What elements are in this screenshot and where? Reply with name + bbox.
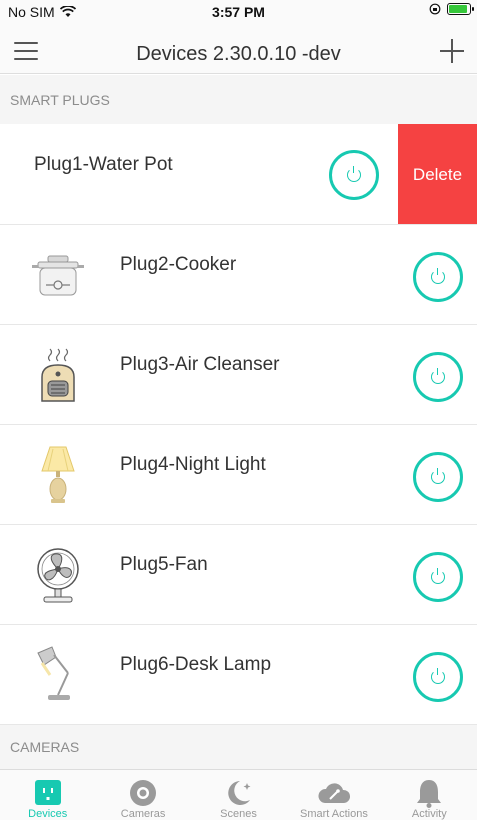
plug-name: Plug3-Air Cleanser bbox=[120, 354, 280, 375]
power-icon bbox=[431, 368, 445, 384]
tab-label: Smart Actions bbox=[299, 808, 368, 820]
tab-label: Scenes bbox=[220, 808, 257, 820]
nav-bar: Devices 2.30.0.10 -dev bbox=[0, 24, 477, 74]
desk-lamp-icon bbox=[37, 646, 70, 700]
camera-icon bbox=[130, 780, 157, 806]
clock: 3:57 PM bbox=[212, 4, 265, 20]
plug-name: Plug2-Cooker bbox=[120, 254, 237, 275]
power-button[interactable] bbox=[413, 652, 463, 702]
power-icon bbox=[347, 166, 361, 182]
tab-activity[interactable]: Activity bbox=[382, 770, 477, 820]
power-button[interactable] bbox=[413, 552, 463, 602]
plug-name: Plug1-Water Pot bbox=[34, 154, 173, 175]
plug-row-3[interactable]: Plug3-Air Cleanser bbox=[0, 325, 477, 425]
tab-label: Activity bbox=[411, 808, 447, 820]
power-icon bbox=[431, 468, 445, 484]
moon-icon bbox=[227, 781, 251, 805]
plug-icon bbox=[34, 780, 61, 805]
bell-icon bbox=[417, 780, 442, 808]
plug-name: Plug4-Night Light bbox=[120, 454, 266, 475]
orientation-lock-icon bbox=[429, 3, 441, 15]
plug-name: Plug5-Fan bbox=[120, 554, 208, 575]
tab-label: Cameras bbox=[120, 808, 166, 820]
tab-devices[interactable]: Devices bbox=[0, 770, 95, 820]
plug-row-4[interactable]: Plug4-Night Light bbox=[0, 425, 477, 525]
page-title: Devices 2.30.0.10 -dev bbox=[136, 43, 341, 65]
plug-row-5[interactable]: Plug5-Fan bbox=[0, 525, 477, 625]
delete-button[interactable]: Delete bbox=[398, 124, 477, 224]
plug-row-6[interactable]: Plug6-Desk Lamp bbox=[0, 625, 477, 725]
night-light-icon bbox=[41, 446, 75, 503]
tab-smart-actions[interactable]: Smart Actions bbox=[286, 770, 381, 820]
tab-label: Devices bbox=[28, 808, 68, 820]
add-device-button[interactable] bbox=[437, 36, 467, 66]
power-icon bbox=[431, 668, 445, 684]
plug-name: Plug6-Desk Lamp bbox=[120, 654, 272, 675]
status-right bbox=[429, 3, 474, 15]
tab-scenes[interactable]: Scenes bbox=[191, 770, 286, 820]
power-icon bbox=[431, 568, 445, 584]
cooker-icon bbox=[32, 255, 84, 296]
tab-cameras[interactable]: Cameras bbox=[95, 770, 190, 820]
power-button[interactable] bbox=[413, 352, 463, 402]
power-button[interactable] bbox=[329, 150, 379, 200]
tab-bar: Devices Cameras Scenes Smart Actions Act… bbox=[0, 769, 477, 820]
power-icon bbox=[431, 268, 445, 284]
plug-row-1[interactable]: Plug1-Water Pot Delete bbox=[0, 124, 477, 225]
air-cleanser-icon bbox=[41, 348, 75, 402]
power-button[interactable] bbox=[413, 252, 463, 302]
section-header-cameras: CAMERAS bbox=[0, 725, 477, 769]
power-button[interactable] bbox=[413, 452, 463, 502]
cloud-icon bbox=[318, 783, 350, 803]
fan-icon bbox=[37, 548, 79, 603]
status-bar: No SIM 3:57 PM bbox=[0, 0, 477, 24]
plug-row-2[interactable]: Plug2-Cooker bbox=[0, 225, 477, 325]
battery-icon bbox=[447, 3, 474, 15]
section-header-smart-plugs: SMART PLUGS bbox=[0, 75, 477, 124]
